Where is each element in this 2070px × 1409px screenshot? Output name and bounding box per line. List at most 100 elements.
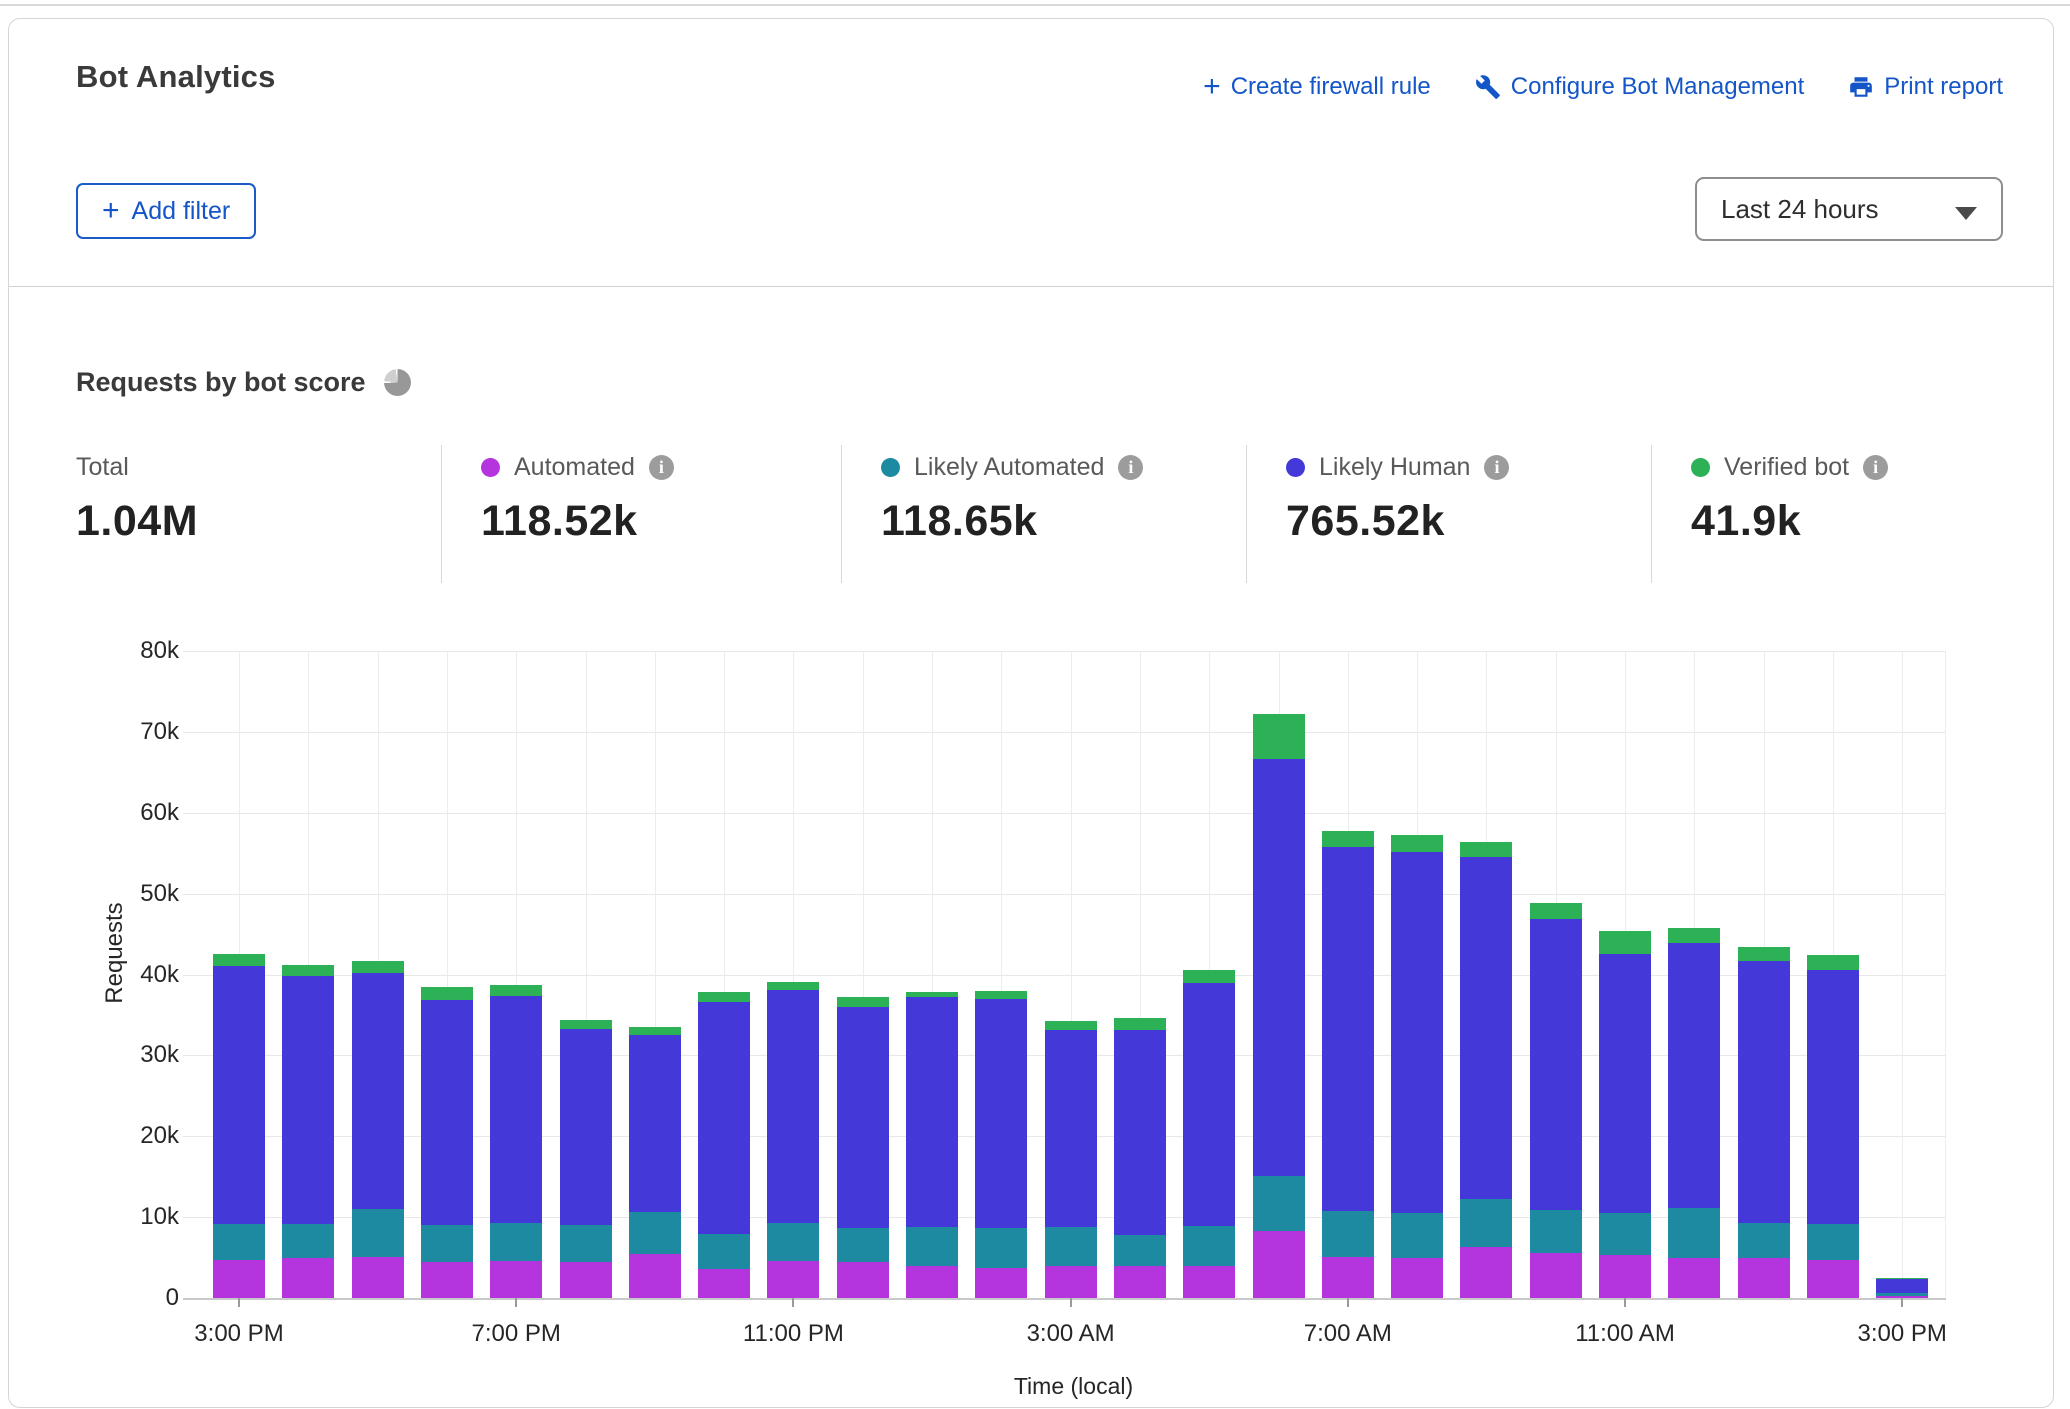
bar-segment-automated: [1738, 1258, 1790, 1298]
x-tick: [1070, 1298, 1072, 1307]
stacked-bar[interactable]: [1391, 835, 1443, 1298]
info-icon[interactable]: i: [1484, 455, 1509, 480]
stat-value: 41.9k: [1691, 497, 1888, 546]
chevron-down-icon: [1955, 207, 1977, 220]
y-tick-label: 80k: [9, 637, 179, 665]
stacked-bar[interactable]: [421, 987, 473, 1298]
stacked-bar[interactable]: [698, 992, 750, 1298]
top-divider: [0, 4, 2070, 6]
stacked-bar[interactable]: [629, 1027, 681, 1298]
stacked-bar[interactable]: [1322, 831, 1374, 1298]
stats-row: Total 1.04M Automated i 118.52k Likely A…: [9, 439, 2053, 604]
bar-segment-verified-bot: [1391, 835, 1443, 852]
bar-segment-verified-bot: [1045, 1021, 1097, 1030]
print-report-label: Print report: [1884, 73, 2003, 101]
x-tick: [1901, 1298, 1903, 1307]
bar-segment-verified-bot: [767, 982, 819, 990]
stacked-bar[interactable]: [1183, 970, 1235, 1298]
stacked-bar[interactable]: [1807, 955, 1859, 1298]
y-tick-label: 20k: [9, 1122, 179, 1150]
info-icon[interactable]: i: [649, 455, 674, 480]
stacked-bar[interactable]: [1045, 1021, 1097, 1298]
stacked-bar[interactable]: [352, 961, 404, 1298]
stacked-bar[interactable]: [1530, 903, 1582, 1298]
x-axis-line: [183, 1298, 1946, 1300]
bar-segment-likely-human: [1391, 852, 1443, 1214]
bar-segment-automated: [1045, 1266, 1097, 1298]
bar-segment-likely-human: [352, 973, 404, 1209]
stacked-bar[interactable]: [1253, 714, 1305, 1298]
time-range-select[interactable]: Last 24 hours: [1695, 177, 2003, 241]
stacked-bar[interactable]: [1876, 1278, 1928, 1298]
bar-segment-automated: [1391, 1258, 1443, 1298]
requests-by-bot-score-chart: Requests 010k20k30k40k50k60k70k80k3:00 P…: [9, 621, 2055, 1409]
bar-segment-automated: [906, 1266, 958, 1298]
bar-segment-likely-automated: [1391, 1213, 1443, 1257]
bar-segment-likely-human: [1114, 1030, 1166, 1235]
create-firewall-rule-label: Create firewall rule: [1231, 73, 1431, 101]
stacked-bar[interactable]: [1460, 842, 1512, 1298]
page-title: Bot Analytics: [76, 59, 276, 95]
stacked-bar[interactable]: [767, 982, 819, 1298]
stacked-bar[interactable]: [1599, 931, 1651, 1298]
bar-segment-likely-automated: [629, 1212, 681, 1254]
bar-segment-verified-bot: [1668, 928, 1720, 943]
stat-value: 1.04M: [76, 497, 198, 546]
stat-label: Likely Automated: [914, 453, 1104, 482]
stat-label: Automated: [514, 453, 635, 482]
bar-segment-likely-automated: [1460, 1199, 1512, 1247]
likely-automated-dot: [881, 458, 900, 477]
stacked-bar[interactable]: [213, 954, 265, 1298]
stacked-bar[interactable]: [1114, 1018, 1166, 1298]
bar-segment-likely-automated: [1807, 1224, 1859, 1260]
stacked-bar[interactable]: [837, 997, 889, 1298]
print-report-link[interactable]: Print report: [1848, 73, 2003, 101]
stacked-bar[interactable]: [560, 1020, 612, 1298]
bar-segment-likely-human: [421, 1000, 473, 1226]
info-icon[interactable]: i: [1118, 455, 1143, 480]
configure-bot-management-link[interactable]: Configure Bot Management: [1475, 73, 1805, 101]
stacked-bar[interactable]: [906, 991, 958, 1298]
bar-segment-likely-human: [975, 999, 1027, 1228]
bar-segment-likely-human: [837, 1007, 889, 1228]
stacked-bar[interactable]: [490, 985, 542, 1298]
bar-segment-likely-human: [1599, 954, 1651, 1214]
printer-icon: [1848, 74, 1874, 100]
bar-segment-verified-bot: [560, 1020, 612, 1029]
bar-segment-likely-human: [490, 996, 542, 1222]
bar-segment-automated: [1322, 1257, 1374, 1298]
bar-segment-verified-bot: [1530, 903, 1582, 918]
verified-bot-dot: [1691, 458, 1710, 477]
info-icon[interactable]: i: [1863, 455, 1888, 480]
bar-segment-verified-bot: [1599, 931, 1651, 954]
plot-area: 010k20k30k40k50k60k70k80k3:00 PM7:00 PM1…: [201, 651, 1946, 1298]
bar-segment-automated: [1807, 1260, 1859, 1298]
configure-bot-management-label: Configure Bot Management: [1511, 73, 1805, 101]
y-tick-label: 10k: [9, 1203, 179, 1231]
header-actions: + Create firewall rule Configure Bot Man…: [1203, 73, 2003, 101]
x-tick-label: 11:00 PM: [743, 1320, 844, 1348]
stacked-bar[interactable]: [282, 965, 334, 1298]
bar-segment-likely-automated: [767, 1223, 819, 1261]
stat-value: 765.52k: [1286, 497, 1509, 546]
x-tick: [515, 1298, 517, 1307]
stacked-bar[interactable]: [975, 991, 1027, 1298]
time-range-value: Last 24 hours: [1721, 194, 1879, 225]
wrench-icon: [1475, 74, 1501, 100]
x-tick-label: 3:00 PM: [194, 1320, 283, 1348]
bar-segment-likely-human: [1738, 961, 1790, 1223]
add-filter-button[interactable]: + Add filter: [76, 183, 256, 239]
bar-segment-likely-automated: [698, 1234, 750, 1269]
bar-segment-automated: [1599, 1255, 1651, 1298]
bar-segment-likely-automated: [1253, 1176, 1305, 1231]
bar-segment-likely-automated: [1322, 1211, 1374, 1257]
bar-segment-verified-bot: [698, 992, 750, 1002]
bar-segment-automated: [1114, 1266, 1166, 1298]
bar-segment-likely-human: [1183, 983, 1235, 1226]
create-firewall-rule-link[interactable]: + Create firewall rule: [1203, 73, 1431, 101]
section-title: Requests by bot score: [76, 367, 366, 398]
stacked-bar[interactable]: [1668, 928, 1720, 1298]
bar-segment-automated: [1530, 1253, 1582, 1298]
bar-segment-verified-bot: [837, 997, 889, 1007]
stacked-bar[interactable]: [1738, 947, 1790, 1298]
